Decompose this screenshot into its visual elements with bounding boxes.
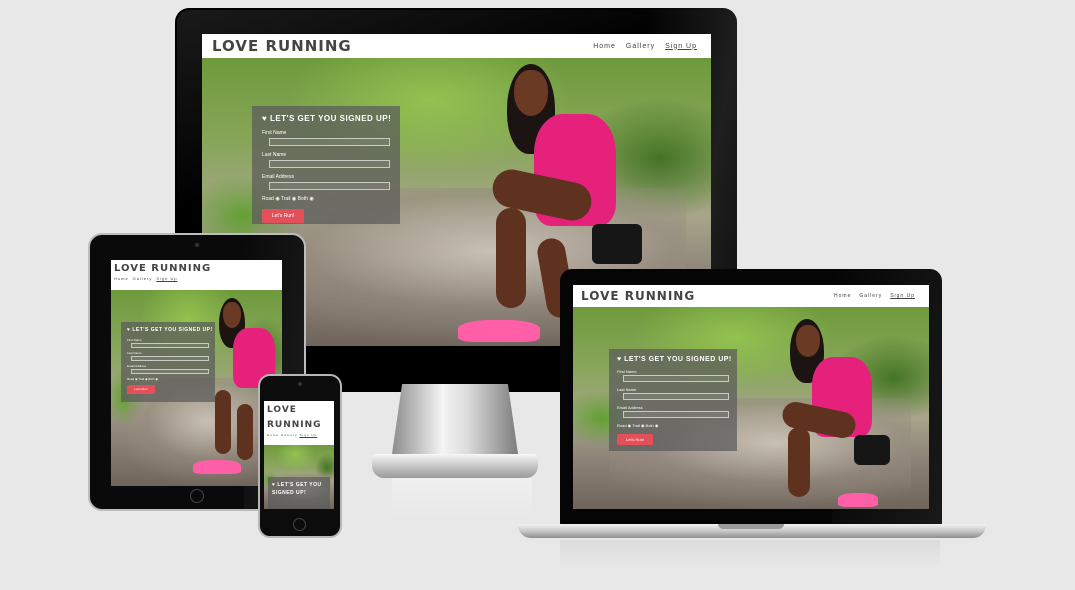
laptop-reflection — [560, 540, 940, 570]
tablet-home-button[interactable] — [190, 489, 204, 503]
signup-form: ♥ LET'S GET YOU SIGNED UP! First Name La… — [121, 322, 215, 402]
form-title: ♥ LET'S GET YOU SIGNED UP! — [272, 482, 322, 496]
nav-sign-up[interactable]: Sign Up — [890, 293, 915, 299]
run-type-options[interactable]: Road ◉ Trail ◉ Both ◉ — [127, 377, 209, 381]
nav-home[interactable]: Home — [593, 43, 616, 50]
nav-menu: Home Gallery Sign Up — [267, 433, 331, 437]
nav-sign-up[interactable]: Sign Up — [156, 276, 177, 281]
run-type-options[interactable]: Road ◉ Trail ◉ Both ◉ — [617, 423, 729, 428]
submit-button[interactable]: Let's Run! — [262, 209, 304, 223]
signup-form: ♥ LET'S GET YOU SIGNED UP! — [268, 477, 330, 509]
first-name-label: First Name — [262, 130, 287, 136]
form-title: ♥ LET'S GET YOU SIGNED UP! — [617, 356, 732, 363]
last-name-label: Last Name — [617, 387, 637, 392]
site-logo[interactable]: LOVE RUNNING — [267, 403, 331, 433]
nav-gallery[interactable]: Gallery — [859, 293, 882, 299]
first-name-label: First Name — [127, 338, 142, 342]
submit-button[interactable]: Let's Run! — [127, 385, 155, 394]
nav-menu: Home Gallery Sign Up — [593, 43, 701, 50]
first-name-input[interactable] — [131, 343, 209, 348]
nav-sign-up[interactable]: Sign Up — [300, 433, 318, 437]
run-type-options[interactable]: Road ◉ Trail ◉ Both ◉ — [262, 196, 390, 202]
laptop-trackpad-notch — [718, 524, 784, 529]
nav-gallery[interactable]: Gallery — [281, 433, 298, 437]
monitor-base — [372, 454, 538, 478]
first-name-input[interactable] — [623, 375, 729, 382]
form-title: ♥ LET'S GET YOU SIGNED UP! — [127, 327, 213, 333]
signup-form: ♥ LET'S GET YOU SIGNED UP! First Name La… — [609, 349, 737, 451]
nav-gallery[interactable]: Gallery — [133, 276, 153, 281]
monitor-stand — [392, 384, 518, 454]
site-logo[interactable]: LOVE RUNNING — [212, 37, 352, 55]
nav-menu: Home Gallery Sign Up — [114, 276, 279, 281]
last-name-input[interactable] — [269, 160, 390, 168]
site-logo[interactable]: LOVE RUNNING — [114, 263, 279, 274]
stand-reflection — [392, 478, 532, 518]
heart-icon: ♥ — [617, 356, 622, 363]
nav-gallery[interactable]: Gallery — [626, 43, 655, 50]
last-name-input[interactable] — [131, 356, 209, 361]
nav-home[interactable]: Home — [114, 276, 129, 281]
heart-icon: ♥ — [262, 114, 268, 123]
form-title: ♥ LET'S GET YOU SIGNED UP! — [262, 114, 392, 123]
nav-home[interactable]: Home — [834, 293, 851, 299]
tablet-screen: LOVE RUNNING Home Gallery Sign Up ♥ LET'… — [111, 260, 282, 486]
phone-home-button[interactable] — [293, 518, 306, 531]
phone-screen: LOVE RUNNING Home Gallery Sign Up ♥ LET'… — [264, 401, 334, 509]
nav-menu: Home Gallery Sign Up — [834, 293, 921, 299]
signup-form: ♥ LET'S GET YOU SIGNED UP! First Name La… — [252, 106, 400, 224]
last-name-input[interactable] — [623, 393, 729, 400]
laptop-screen: LOVE RUNNING Home Gallery Sign Up ♥ LET'… — [573, 285, 929, 509]
email-label: Email Address — [262, 174, 294, 180]
last-name-label: Last Name — [262, 152, 287, 158]
first-name-label: First Name — [617, 369, 637, 374]
desktop-navbar: LOVE RUNNING Home Gallery Sign Up — [202, 34, 711, 58]
nav-sign-up[interactable]: Sign Up — [665, 43, 697, 50]
email-input[interactable] — [269, 182, 390, 190]
email-label: Email Address — [127, 364, 147, 368]
last-name-label: Last Name — [127, 351, 142, 355]
heart-icon: ♥ — [272, 482, 276, 488]
first-name-input[interactable] — [269, 138, 390, 146]
email-input[interactable] — [623, 411, 729, 418]
nav-home[interactable]: Home — [267, 433, 279, 437]
heart-icon: ♥ — [127, 327, 131, 333]
laptop-navbar: LOVE RUNNING Home Gallery Sign Up — [573, 285, 929, 307]
site-logo[interactable]: LOVE RUNNING — [581, 289, 695, 303]
email-input[interactable] — [131, 369, 209, 374]
email-label: Email Address — [617, 405, 643, 410]
submit-button[interactable]: Let's Run! — [617, 434, 653, 445]
